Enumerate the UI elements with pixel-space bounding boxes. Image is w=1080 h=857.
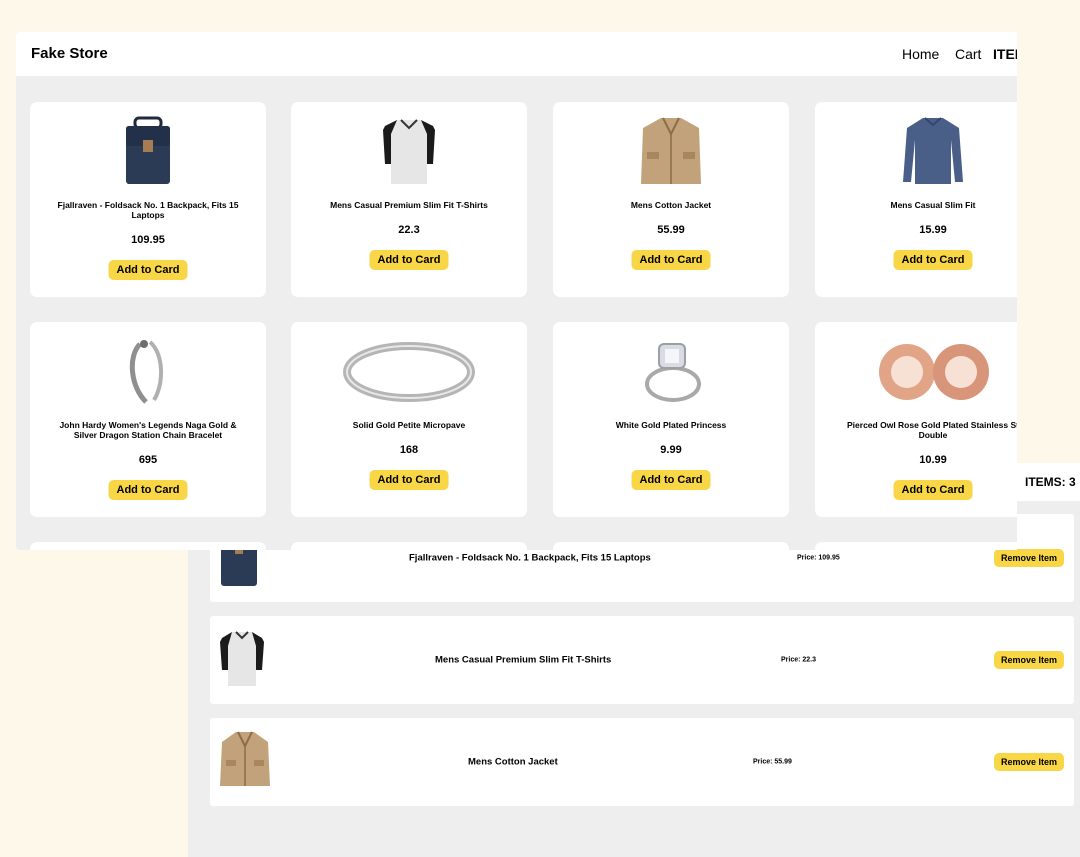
- add-to-cart-button[interactable]: Add to Card: [893, 250, 973, 270]
- product-card: [553, 542, 789, 550]
- jacket-icon: [220, 731, 270, 786]
- product-title: John Hardy Women's Legends Naga Gold & S…: [59, 420, 237, 440]
- navbar: Fake Store Home Cart ITEI: [16, 32, 1017, 76]
- product-title: Mens Casual Premium Slim Fit T-Shirts: [330, 200, 488, 210]
- add-to-cart-button[interactable]: Add to Card: [108, 260, 188, 280]
- backpack-icon: [126, 116, 170, 184]
- ear-tunnel-icon: [879, 344, 989, 400]
- product-price: 9.99: [660, 444, 682, 456]
- product-card: John Hardy Women's Legends Naga Gold & S…: [30, 322, 266, 517]
- nav-cart-link[interactable]: Cart: [955, 46, 981, 62]
- product-card: [291, 542, 527, 550]
- product-title: Mens Casual Slim Fit: [890, 200, 976, 210]
- cart-items-count: ITEMS: 3: [1025, 475, 1076, 489]
- ring-band-icon: [343, 342, 475, 402]
- cart-item-title: Fjallraven - Foldsack No. 1 Backpack, Fi…: [409, 552, 651, 564]
- product-card: [815, 542, 1017, 550]
- longsleeve-shirt-icon: [903, 117, 963, 184]
- product-price: 10.99: [919, 454, 947, 466]
- store-window: Fake Store Home Cart ITEI Fjallraven - F…: [16, 32, 1017, 550]
- add-to-cart-button[interactable]: Add to Card: [369, 470, 449, 490]
- product-card: White Gold Plated Princess 9.99 Add to C…: [553, 322, 789, 517]
- product-title: Pierced Owl Rose Gold Plated Stainless S…: [847, 420, 1017, 440]
- product-card: Mens Casual Premium Slim Fit T-Shirts 22…: [291, 102, 527, 297]
- add-to-cart-button[interactable]: Add to Card: [631, 250, 711, 270]
- product-title: Solid Gold Petite Micropave: [352, 420, 466, 430]
- add-to-cart-button[interactable]: Add to Card: [631, 470, 711, 490]
- remove-item-button[interactable]: Remove Item: [993, 651, 1064, 669]
- product-card: [30, 542, 266, 550]
- cart-item-price: Price: 22.3: [781, 656, 817, 664]
- diamond-ring-icon: [645, 343, 701, 402]
- add-to-cart-button[interactable]: Add to Card: [893, 480, 973, 500]
- product-price: 55.99: [657, 224, 685, 236]
- jacket-icon: [641, 117, 701, 184]
- nav-items-count[interactable]: ITEI: [993, 46, 1017, 62]
- product-price: 109.95: [131, 234, 165, 246]
- product-title: Fjallraven - Foldsack No. 1 Backpack, Fi…: [57, 200, 239, 220]
- cart-item-title: Mens Casual Premium Slim Fit T-Shirts: [435, 654, 612, 666]
- product-price: 15.99: [919, 224, 947, 236]
- cart-item: Mens Cotton Jacket Price: 55.99 Remove I…: [210, 718, 1074, 806]
- remove-item-button[interactable]: Remove Item: [993, 549, 1064, 567]
- product-card: Solid Gold Petite Micropave 168 Add to C…: [291, 322, 527, 517]
- product-title: Mens Cotton Jacket: [630, 200, 712, 210]
- cart-item-title: Mens Cotton Jacket: [468, 756, 558, 768]
- brand-logo[interactable]: Fake Store: [31, 45, 108, 62]
- product-price: 22.3: [398, 224, 420, 236]
- product-title: White Gold Plated Princess: [615, 420, 727, 430]
- cart-item: Mens Casual Premium Slim Fit T-Shirts Pr…: [210, 616, 1074, 704]
- add-to-cart-button[interactable]: Add to Card: [108, 480, 188, 500]
- remove-item-button[interactable]: Remove Item: [993, 753, 1064, 771]
- raglan-tshirt-icon: [220, 631, 264, 686]
- bracelet-icon: [129, 340, 164, 404]
- product-price: 695: [138, 454, 158, 466]
- add-to-cart-button[interactable]: Add to Card: [369, 250, 449, 270]
- product-card: Pierced Owl Rose Gold Plated Stainless S…: [815, 322, 1017, 517]
- product-card: Mens Cotton Jacket 55.99 Add to Card: [553, 102, 789, 297]
- product-card: Mens Casual Slim Fit 15.99 Add to Card: [815, 102, 1017, 297]
- cart-item-price: Price: 109.95: [797, 554, 840, 562]
- product-price: 168: [399, 444, 419, 456]
- raglan-tshirt-icon: [383, 119, 435, 184]
- cart-item-price: Price: 55.99: [753, 758, 792, 766]
- nav-home-link[interactable]: Home: [902, 46, 939, 62]
- product-card: Fjallraven - Foldsack No. 1 Backpack, Fi…: [30, 102, 266, 297]
